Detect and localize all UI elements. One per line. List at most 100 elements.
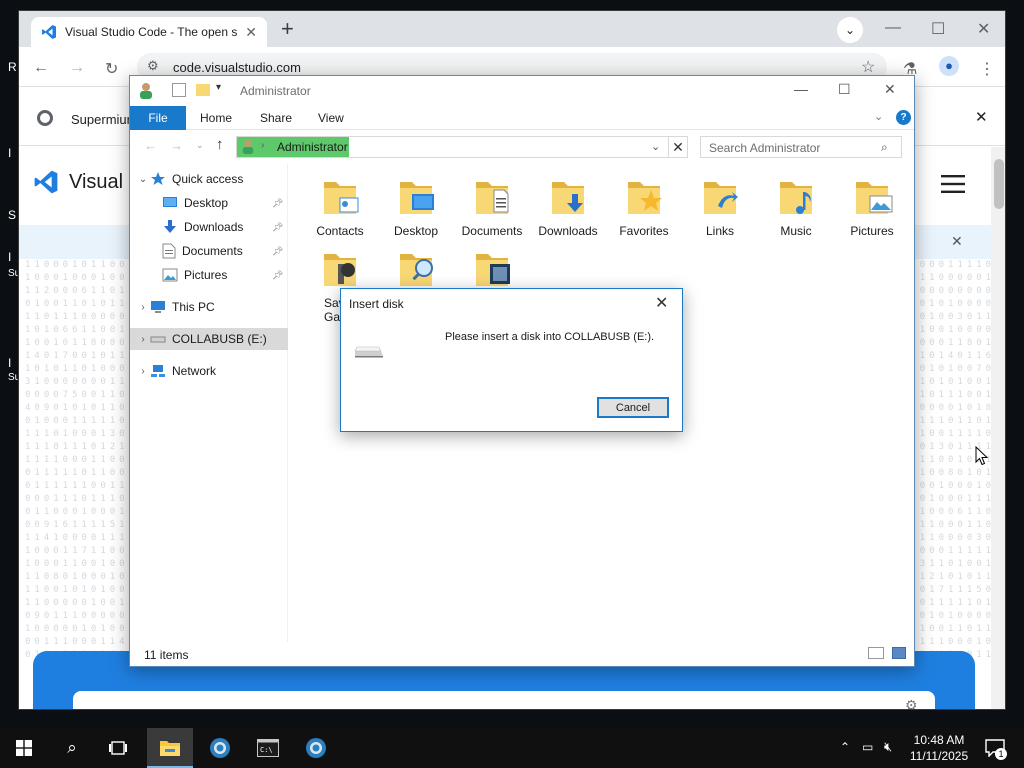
settings-gear-icon[interactable]: ⚙ xyxy=(905,697,918,709)
search-icon[interactable]: ⌕ xyxy=(54,728,90,768)
qat-properties-icon[interactable] xyxy=(172,83,186,97)
nav-this-pc[interactable]: › This PC xyxy=(130,296,288,318)
taskbar-browser-button[interactable] xyxy=(200,728,240,768)
qat-newfolder-icon[interactable] xyxy=(196,84,210,96)
nav-quick-access[interactable]: ⌄ Quick access xyxy=(130,168,288,190)
address-dropdown-icon[interactable]: ⌄ xyxy=(651,140,660,153)
forward-icon[interactable]: → xyxy=(69,59,85,77)
banner-close-icon[interactable]: ✕ xyxy=(951,233,963,250)
nav-desktop[interactable]: Desktop 📌︎ xyxy=(130,192,288,214)
nav-network-label: Network xyxy=(172,364,217,378)
bookmark-star-icon[interactable]: ☆ xyxy=(861,57,875,77)
nav-downloads-icon xyxy=(162,220,178,234)
dialog-close-icon[interactable]: ✕ xyxy=(655,293,668,313)
tray-overflow-icon[interactable]: ⌃ xyxy=(840,740,850,754)
desktop-icon-label[interactable]: I xyxy=(8,250,11,264)
minimize-icon[interactable]: — xyxy=(885,19,901,37)
collapse-chevron-icon[interactable]: › xyxy=(136,366,150,377)
search-input[interactable]: Search Administrator ⌕ xyxy=(700,136,902,158)
nav-documents-label: Documents xyxy=(182,244,243,258)
folder-desktop[interactable]: Desktop xyxy=(380,176,452,238)
tab-home[interactable]: Home xyxy=(200,111,232,125)
task-view-icon[interactable] xyxy=(100,728,136,768)
breadcrumb-chevron-icon: › xyxy=(261,140,265,151)
expand-chevron-icon[interactable]: ⌄ xyxy=(136,174,150,185)
cancel-button[interactable]: Cancel xyxy=(597,397,669,418)
new-tab-icon[interactable]: + xyxy=(281,17,294,41)
folder-label: Favorites xyxy=(619,224,669,238)
taskbar-explorer-button[interactable] xyxy=(147,728,193,768)
nav-documents[interactable]: Documents 📌︎ xyxy=(130,240,288,262)
up-icon[interactable]: ↑ xyxy=(216,136,224,153)
address-bar[interactable]: › Administrator ⌄ xyxy=(236,136,688,158)
forward-icon[interactable]: → xyxy=(170,138,183,153)
taskbar-terminal-button[interactable]: C:\ xyxy=(248,728,288,768)
menu-icon[interactable]: ⋮ xyxy=(979,59,995,79)
back-icon[interactable]: ← xyxy=(144,138,157,153)
ribbon-expand-icon[interactable]: ⌄ xyxy=(874,110,883,123)
maximize-icon[interactable]: ☐ xyxy=(838,81,851,98)
tab-search-icon[interactable]: ⌄ xyxy=(837,17,863,43)
file-tab[interactable]: File xyxy=(130,106,186,130)
back-icon[interactable]: ← xyxy=(33,59,49,77)
vscode-icon xyxy=(42,25,56,39)
nav-pictures[interactable]: Pictures 📌︎ xyxy=(130,264,288,286)
folder-contacts[interactable]: Contacts xyxy=(304,176,376,238)
folder-links[interactable]: Links xyxy=(684,176,756,238)
recent-dropdown-icon[interactable]: ⌄ xyxy=(196,140,204,151)
address-clear-icon[interactable]: ✕ xyxy=(668,136,688,158)
collapse-chevron-icon[interactable]: › xyxy=(136,302,150,313)
close-icon[interactable]: ✕ xyxy=(884,81,896,98)
clock[interactable]: 10:48 AM 11/11/2025 xyxy=(906,732,972,764)
tab-view[interactable]: View xyxy=(318,111,344,125)
terminal-icon: C:\ xyxy=(257,739,279,757)
qat-dropdown-icon[interactable]: ▾ xyxy=(216,82,221,93)
desktop-icon-label[interactable]: I xyxy=(8,146,11,160)
nav-downloads[interactable]: Downloads 📌︎ xyxy=(130,216,288,238)
reload-icon[interactable]: ↻ xyxy=(105,59,118,79)
action-center-button[interactable]: 1 xyxy=(980,728,1010,768)
tab-close-icon[interactable]: ✕ xyxy=(245,24,257,41)
network-icon[interactable]: ▭ xyxy=(862,740,873,754)
folder-favorites[interactable]: Favorites xyxy=(608,176,680,238)
search-placeholder: Search Administrator xyxy=(709,141,821,155)
nav-network[interactable]: › Network xyxy=(130,360,288,382)
page-scrollbar[interactable] xyxy=(991,147,1005,709)
desktop-folder-icon xyxy=(380,176,452,220)
folder-videos[interactable] xyxy=(456,248,528,292)
vscode-logo-icon[interactable] xyxy=(33,169,59,195)
help-icon[interactable]: ? xyxy=(896,110,911,125)
desktop-icon-label[interactable]: S xyxy=(8,208,16,222)
profile-icon[interactable]: ● xyxy=(939,56,959,76)
folder-searches[interactable] xyxy=(380,248,452,292)
user-icon xyxy=(242,140,254,154)
infobar-close-icon[interactable]: ✕ xyxy=(975,108,988,126)
desktop-icon-label[interactable]: R xyxy=(8,60,17,74)
site-info-icon[interactable]: ⚙ xyxy=(147,58,159,74)
folder-music[interactable]: Music xyxy=(760,176,832,238)
tab-share[interactable]: Share xyxy=(260,111,292,125)
taskbar-browser-button-2[interactable] xyxy=(296,728,336,768)
hero-input[interactable]: ⚙ xyxy=(73,691,935,709)
windows-logo-icon xyxy=(16,740,32,756)
folder-downloads[interactable]: Downloads xyxy=(532,176,604,238)
desktop-icon-label[interactable]: I xyxy=(8,356,11,370)
folder-documents[interactable]: Documents xyxy=(456,176,528,238)
browser-tab[interactable]: Visual Studio Code - The open s ✕ xyxy=(31,17,267,47)
folder-pictures[interactable]: Pictures xyxy=(836,176,908,238)
nav-collabusb-label: COLLABUSB (E:) xyxy=(172,332,267,346)
volume-muted-icon[interactable]: 🔇︎ xyxy=(884,739,892,755)
pictures-folder-icon xyxy=(836,176,908,220)
details-view-icon[interactable] xyxy=(868,647,884,659)
nav-quick-access-icon xyxy=(150,171,166,187)
start-button[interactable] xyxy=(6,728,42,768)
scrollbar-thumb[interactable] xyxy=(994,159,1004,209)
large-icons-view-icon[interactable] xyxy=(892,647,906,659)
close-icon[interactable]: ✕ xyxy=(977,19,990,39)
downloads-folder-icon xyxy=(532,176,604,220)
minimize-icon[interactable]: — xyxy=(794,81,808,97)
collapse-chevron-icon[interactable]: › xyxy=(136,334,150,345)
hamburger-menu-icon[interactable] xyxy=(941,175,965,193)
maximize-icon[interactable]: ☐ xyxy=(931,19,945,39)
nav-collabusb[interactable]: › COLLABUSB (E:) xyxy=(130,328,288,350)
